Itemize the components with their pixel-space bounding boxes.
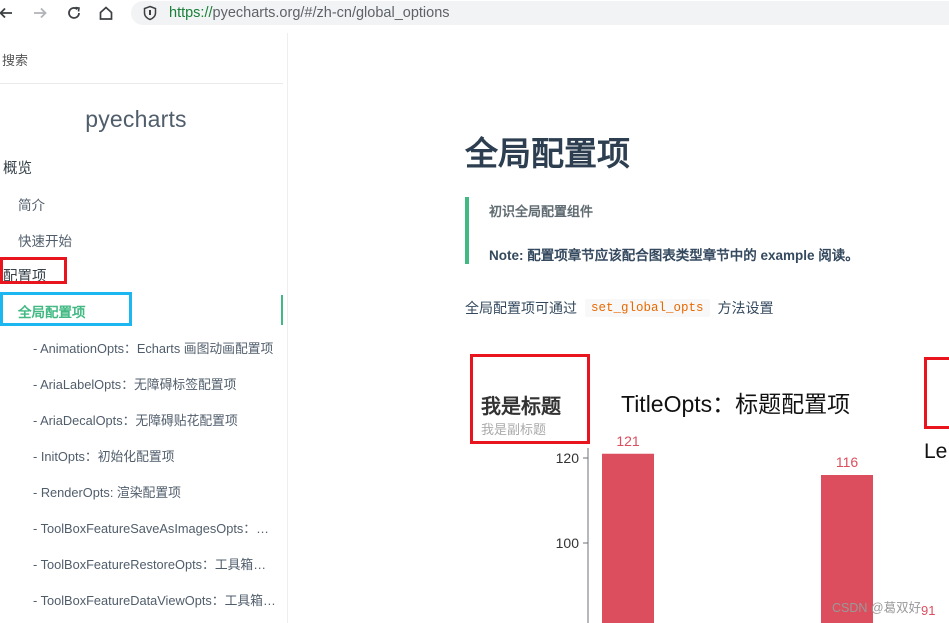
url-text[interactable]: https://pyecharts.org/#/zh-cn/global_opt… [169,4,450,22]
sidebar-item-toolbox-save-opts[interactable]: - ToolBoxFeatureSaveAsImagesOpts：工具箱保存图片… [33,518,278,537]
address-bar[interactable]: https://pyecharts.org/#/zh-cn/global_opt… [131,1,949,25]
browser-toolbar: https://pyecharts.org/#/zh-cn/global_opt… [0,0,949,26]
bar [602,453,654,623]
active-indicator [281,295,283,325]
chart-area: 我是标题 我是副标题 TitleOpts：标题配置项 Le 100 120 121 1… [289,33,949,623]
bar-chart: 100 120 121 116 91 [556,433,935,623]
app-name[interactable]: pyecharts [0,106,272,133]
cutoff-value-label: 91 [921,603,935,618]
highlight-box-options [0,257,67,284]
sidebar-item-render-opts[interactable]: - RenderOpts: 渲染配置项 [33,482,278,501]
security-shield-icon[interactable] [142,5,158,21]
main-content: 全局配置项 初识全局配置组件 Note: 配置项章节应该配合图表类型章节中的 e… [289,33,949,623]
reload-icon [68,6,80,19]
sidebar-item-aria-decal-opts[interactable]: - AriaDecalOpts：无障碍贴花配置项 [33,410,278,429]
watermark: CSDN @葛双好 [832,601,922,615]
sidebar-item-overview[interactable]: 概览 [3,157,32,178]
forward-button[interactable] [30,3,50,23]
sidebar-item-toolbox-dataview-opts[interactable]: - ToolBoxFeatureDataViewOpts：工具箱数据视图工具 [33,590,278,609]
url-scheme: https:// [169,5,213,21]
highlight-box-global-options [0,292,132,326]
url-path: pyecharts.org/#/zh-cn/global_options [212,5,450,21]
sidebar-item-toolbox-restore-opts[interactable]: - ToolBoxFeatureRestoreOpts：工具箱还原配置项 [33,554,278,573]
sidebar-item-aria-label-opts[interactable]: - AriaLabelOpts：无障碍标签配置项 [33,374,278,393]
sidebar-item-quickstart[interactable]: 快速开始 [18,230,72,250]
sidebar: 搜索 pyecharts 概览 简介 快速开始 配置项 全局配置项 - Anim… [0,33,288,623]
home-button[interactable] [96,3,116,23]
sidebar-item-animation-opts[interactable]: - AnimationOpts：Echarts 画图动画配置项 [33,338,278,357]
search-divider [0,83,283,84]
sidebar-item-intro[interactable]: 简介 [18,194,45,214]
bar-value-label: 121 [616,433,640,449]
y-tick-label: 120 [556,450,580,466]
forward-arrow-icon [34,7,47,19]
home-icon [99,6,113,20]
y-tick-label: 100 [556,535,580,551]
back-button[interactable] [0,3,16,23]
sidebar-item-init-opts[interactable]: - InitOpts：初始化配置项 [33,446,278,465]
back-arrow-icon [0,7,12,19]
reload-button[interactable] [64,3,84,23]
bar-value-label: 116 [836,454,859,470]
search-input[interactable]: 搜索 [2,50,28,69]
